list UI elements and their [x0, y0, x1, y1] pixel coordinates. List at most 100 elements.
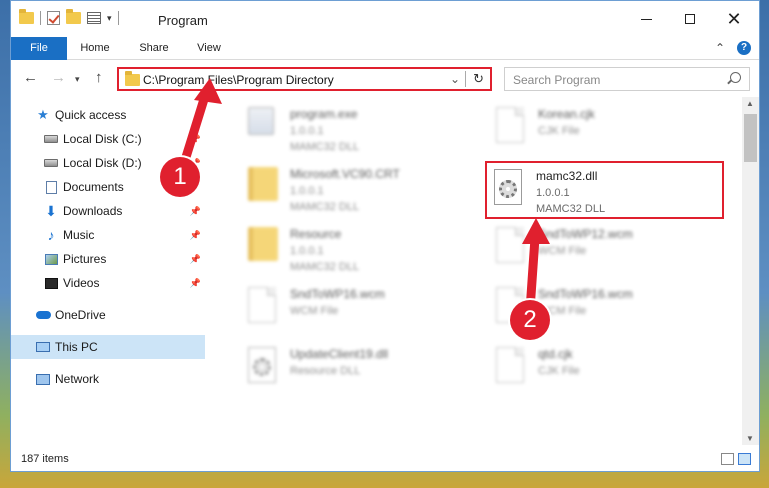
- sidebar-item-label: Network: [55, 372, 100, 386]
- music-icon: ♪: [47, 227, 55, 243]
- new-folder-icon[interactable]: [66, 9, 81, 24]
- file-name: Resource: [290, 227, 342, 241]
- chevron-down-icon[interactable]: ⌄: [450, 72, 460, 86]
- file-item[interactable]: SndToWP12.wcm WCM File: [488, 219, 728, 277]
- sidebar-item-pictures[interactable]: Pictures 📌: [11, 247, 205, 271]
- sidebar-item-downloads[interactable]: ⬇ Downloads 📌: [11, 199, 205, 223]
- sidebar-item-network[interactable]: Network: [11, 367, 205, 391]
- search-icon: [730, 72, 741, 83]
- gear-icon: [253, 358, 271, 376]
- maximize-button[interactable]: [667, 1, 713, 37]
- ribbon: File Home Share View ⌃ ?: [11, 37, 759, 60]
- ribbon-right-controls: ⌃ ?: [715, 41, 751, 55]
- file-description: MAMC32 DLL: [290, 141, 360, 153]
- item-count: 187 items: [21, 453, 69, 465]
- maximize-icon: [685, 14, 695, 24]
- file-item[interactable]: program.exe 1.0.0.1 MAMC32 DLL: [240, 99, 480, 157]
- address-divider: [465, 71, 466, 87]
- document-icon: [43, 180, 59, 194]
- up-arrow-icon[interactable]: ↑: [95, 69, 103, 86]
- computer-icon: [35, 340, 51, 354]
- view-toggle: [721, 453, 751, 465]
- tab-file[interactable]: File: [11, 37, 67, 60]
- tab-share[interactable]: Share: [131, 37, 177, 60]
- file-name: qtd.cjk: [538, 347, 573, 361]
- vertical-scrollbar[interactable]: ▲ ▼: [742, 97, 759, 445]
- sidebar-item-label: Local Disk (D:): [63, 156, 142, 170]
- file-version: 1.0.0.1: [290, 125, 324, 137]
- close-button[interactable]: ✕: [711, 1, 757, 37]
- toolbar-separator: [40, 11, 41, 25]
- folder-item[interactable]: Microsoft.VC90.CRT 1.0.0.1 MAMC32 DLL: [240, 159, 480, 217]
- scroll-up-icon[interactable]: ▲: [746, 99, 754, 108]
- sidebar-item-local-disk-c[interactable]: Local Disk (C:) 📌: [11, 127, 205, 151]
- tiles-view-icon[interactable]: [738, 453, 751, 465]
- callout-badge-two: 2: [510, 300, 550, 340]
- recent-locations-icon[interactable]: ▾: [75, 74, 80, 85]
- file-name: SndToWP16.wcm: [538, 287, 633, 301]
- file-icon: [496, 107, 526, 145]
- sidebar-item-quick-access[interactable]: ★ Quick access: [11, 103, 205, 127]
- refresh-icon[interactable]: ↻: [473, 71, 484, 87]
- sidebar-item-label: Documents: [63, 180, 124, 194]
- file-version: 1.0.0.1: [290, 245, 324, 257]
- sidebar-item-label: Quick access: [55, 108, 127, 122]
- help-icon[interactable]: ?: [737, 41, 751, 55]
- sidebar-item-onedrive[interactable]: OneDrive: [11, 303, 205, 327]
- quick-access-toolbar: ▾: [19, 9, 119, 25]
- folder-icon: [19, 9, 34, 24]
- file-icon: [496, 347, 526, 385]
- sidebar-item-music[interactable]: ♪ Music 📌: [11, 223, 205, 247]
- scrollbar-thumb[interactable]: [744, 114, 757, 162]
- properties-icon[interactable]: [87, 12, 101, 24]
- details-view-icon[interactable]: [721, 453, 734, 465]
- minimize-button[interactable]: [623, 1, 669, 37]
- tab-view[interactable]: View: [189, 37, 229, 60]
- close-icon: ✕: [726, 9, 742, 29]
- sidebar-item-videos[interactable]: Videos 📌: [11, 271, 205, 295]
- folder-icon: [248, 227, 278, 265]
- search-input[interactable]: Search Program: [504, 67, 750, 91]
- forward-arrow-icon[interactable]: →: [51, 69, 66, 86]
- title-bar: ▾ Program ✕: [11, 1, 759, 37]
- sidebar-item-label: OneDrive: [55, 308, 106, 322]
- address-bar[interactable]: C:\Program Files\Program Directory ⌄ ↻: [117, 67, 492, 91]
- folder-item[interactable]: Resource 1.0.0.1 MAMC32 DLL: [240, 219, 480, 277]
- pin-icon: 📌: [189, 205, 201, 216]
- network-icon: [35, 372, 51, 386]
- disk-icon: [43, 132, 59, 146]
- pin-icon: 📌: [189, 253, 201, 264]
- customize-toolbar-icon[interactable]: ▾: [107, 13, 112, 24]
- sidebar-item-label: Downloads: [63, 204, 123, 218]
- sidebar-item-label: This PC: [55, 340, 98, 354]
- folder-icon: [125, 71, 140, 86]
- disk-icon: [43, 156, 59, 170]
- file-name: Korean.cjk: [538, 107, 595, 121]
- back-arrow-icon[interactable]: ←: [23, 69, 38, 86]
- file-type: CJK File: [538, 125, 580, 137]
- videos-icon: [43, 276, 59, 290]
- expand-ribbon-icon[interactable]: ⌃: [715, 41, 725, 55]
- sidebar-item-label: Videos: [63, 276, 100, 290]
- pin-icon: 📌: [189, 229, 201, 240]
- file-item[interactable]: qtd.cjk CJK File: [488, 339, 728, 397]
- pictures-icon: [43, 252, 59, 266]
- properties-check-icon[interactable]: [47, 11, 60, 25]
- scroll-down-icon[interactable]: ▼: [746, 434, 754, 443]
- sidebar-item-label: Music: [63, 228, 95, 242]
- file-name: SndToWP16.wcm: [290, 287, 385, 301]
- file-icon: [248, 287, 278, 325]
- tab-home[interactable]: Home: [73, 37, 117, 60]
- file-item[interactable]: SndToWP16.wcm WCM File: [240, 279, 480, 337]
- file-list: program.exe 1.0.0.1 MAMC32 DLL Korean.cj…: [206, 97, 742, 445]
- status-bar: 187 items: [11, 449, 759, 471]
- file-item[interactable]: UpdateClient19.dll Resource DLL: [240, 339, 480, 397]
- file-type: WCM File: [538, 245, 587, 257]
- exe-icon: [248, 107, 278, 145]
- file-item[interactable]: Korean.cjk CJK File: [488, 99, 728, 157]
- file-name: program.exe: [290, 107, 358, 121]
- file-name: UpdateClient19.dll: [290, 347, 389, 361]
- pin-icon: 📌: [189, 133, 201, 144]
- sidebar-item-this-pc[interactable]: This PC: [11, 335, 205, 359]
- address-path[interactable]: C:\Program Files\Program Directory: [143, 73, 334, 87]
